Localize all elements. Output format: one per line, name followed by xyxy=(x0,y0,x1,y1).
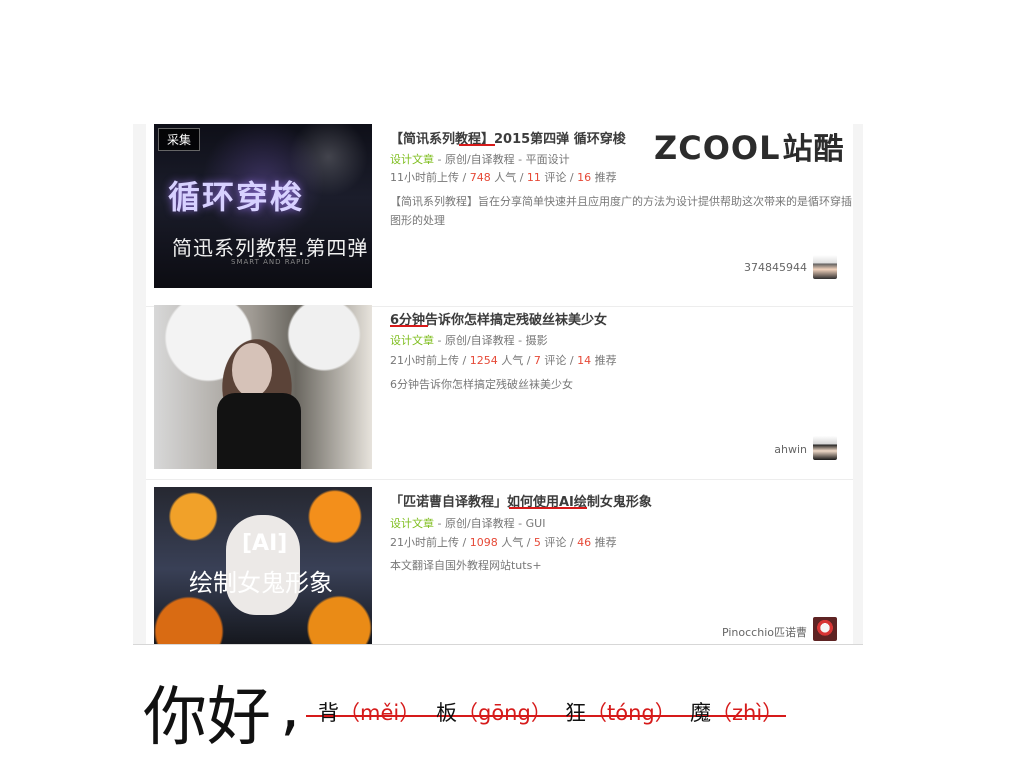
footer-char-4: 魔 xyxy=(690,701,711,725)
collect-badge[interactable]: 采集 xyxy=(158,128,201,151)
comments-label: 评论 / xyxy=(540,171,578,184)
comments-count: 7 xyxy=(533,354,541,367)
article-description-line1: 本文翻译自国外教程网站tuts+ xyxy=(390,559,542,572)
list-item: 采集 循环穿梭 简迅系列教程.第四弹 SMART AND RAPID 【简讯系列… xyxy=(146,124,853,307)
article-stats: 21小时前上传 / 1098 人气 / 5 评论 / 46 推荐 xyxy=(390,534,617,550)
category-link[interactable]: 设计文章 xyxy=(390,334,434,347)
author-name[interactable]: ahwin xyxy=(774,443,807,456)
avatar[interactable] xyxy=(813,436,837,460)
thumbnail-subtitle: 简迅系列教程.第四弹 xyxy=(172,236,369,260)
author-name[interactable]: Pinocchio匹诺曹 xyxy=(722,624,807,640)
views-count: 748 xyxy=(469,171,491,184)
footer-pinyin-3: （tóng） xyxy=(586,701,676,725)
portrait-body xyxy=(217,393,301,469)
footer-char-3: 狂 xyxy=(565,701,586,725)
views-label: 人气 / xyxy=(497,536,534,549)
avatar[interactable] xyxy=(813,617,837,641)
article-stats: 21小时前上传 / 1254 人气 / 7 评论 / 14 推荐 xyxy=(390,352,617,368)
recommends-label: 推荐 xyxy=(591,354,617,367)
comments-label: 评论 / xyxy=(540,354,578,367)
footer-pinyin-1: （měi） xyxy=(339,701,421,725)
thumbnail-title: [AI] xyxy=(242,531,288,556)
footer-pinyin-2: （gōng） xyxy=(457,701,552,725)
article-description-line1: 【简讯系列教程】旨在分享简单快速并且应用度广的方法为设计提供帮助这次带来的是循环… xyxy=(390,195,852,208)
recommends-count: 46 xyxy=(577,536,592,549)
article-stats: 11小时前上传 / 748 人气 / 11 评论 / 16 推荐 xyxy=(390,169,617,185)
article-title[interactable]: 【简讯系列教程】2015第四弹 循环穿梭 xyxy=(390,128,626,147)
article-thumbnail[interactable] xyxy=(154,305,372,469)
article-meta-category: 设计文章 - 原创/自译教程 - GUI xyxy=(390,515,545,531)
list-item: 6分钟告诉你怎样搞定残破丝袜美少女 设计文章 - 原创/自译教程 - 摄影 21… xyxy=(146,297,853,480)
article-thumbnail[interactable]: [AI] 绘制女鬼形象 xyxy=(154,487,372,644)
comments-count: 5 xyxy=(533,536,541,549)
article-description-line2: 图形的处理 xyxy=(390,214,445,227)
article-meta-category: 设计文章 - 原创/自译教程 - 摄影 xyxy=(390,332,548,348)
hello-text: 你好 xyxy=(143,681,271,755)
recommends-label: 推荐 xyxy=(591,171,617,184)
views-label: 人气 / xyxy=(497,354,534,367)
title-underline xyxy=(390,325,428,327)
recommends-label: 推荐 xyxy=(591,536,617,549)
thumbnail-title: 循环穿梭 xyxy=(168,178,305,216)
category-link[interactable]: 设计文章 xyxy=(390,153,434,166)
content-panel: ZCOOL站酷 采集 循环穿梭 简迅系列教程.第四弹 SMART AND RAP… xyxy=(133,124,863,645)
portrait-face xyxy=(232,343,272,397)
upload-time: 21小时前上传 / xyxy=(390,354,470,367)
category-link[interactable]: 设计文章 xyxy=(390,517,434,530)
author-name[interactable]: 374845944 xyxy=(744,261,807,274)
category-rest: - 原创/自译教程 - 摄影 xyxy=(434,334,548,347)
article-thumbnail[interactable]: 采集 循环穿梭 简迅系列教程.第四弹 SMART AND RAPID xyxy=(154,124,372,288)
footer-pinyin-4: （zhì） xyxy=(711,701,784,725)
thumbnail-small-text: SMART AND RAPID xyxy=(231,258,311,266)
views-count: 1098 xyxy=(469,536,498,549)
category-rest: - 原创/自译教程 - 平面设计 xyxy=(434,153,570,166)
article-list: ZCOOL站酷 采集 循环穿梭 简迅系列教程.第四弹 SMART AND RAP… xyxy=(146,124,853,644)
avatar[interactable] xyxy=(813,255,837,279)
footer-char-1: 背 xyxy=(318,701,339,725)
comments-label: 评论 / xyxy=(540,536,578,549)
comments-count: 11 xyxy=(526,171,541,184)
upload-time: 11小时前上传 / xyxy=(390,171,470,184)
thumbnail-subtitle: 绘制女鬼形象 xyxy=(189,569,333,597)
views-label: 人气 / xyxy=(490,171,527,184)
hello-comma: , xyxy=(280,670,301,744)
recommends-count: 16 xyxy=(577,171,592,184)
upload-time: 21小时前上传 / xyxy=(390,536,470,549)
list-item: [AI] 绘制女鬼形象 「匹诺曹自译教程」如何使用AI绘制女鬼形象 设计文章 -… xyxy=(146,479,853,644)
title-underline xyxy=(459,144,495,146)
article-description-line1: 6分钟告诉你怎样搞定残破丝袜美少女 xyxy=(390,378,573,391)
views-count: 1254 xyxy=(469,354,498,367)
footer-char-2: 板 xyxy=(436,701,457,725)
recommends-count: 14 xyxy=(577,354,592,367)
article-meta-category: 设计文章 - 原创/自译教程 - 平面设计 xyxy=(390,151,570,167)
category-rest: - 原创/自译教程 - GUI xyxy=(434,517,546,530)
title-underline xyxy=(509,507,587,509)
